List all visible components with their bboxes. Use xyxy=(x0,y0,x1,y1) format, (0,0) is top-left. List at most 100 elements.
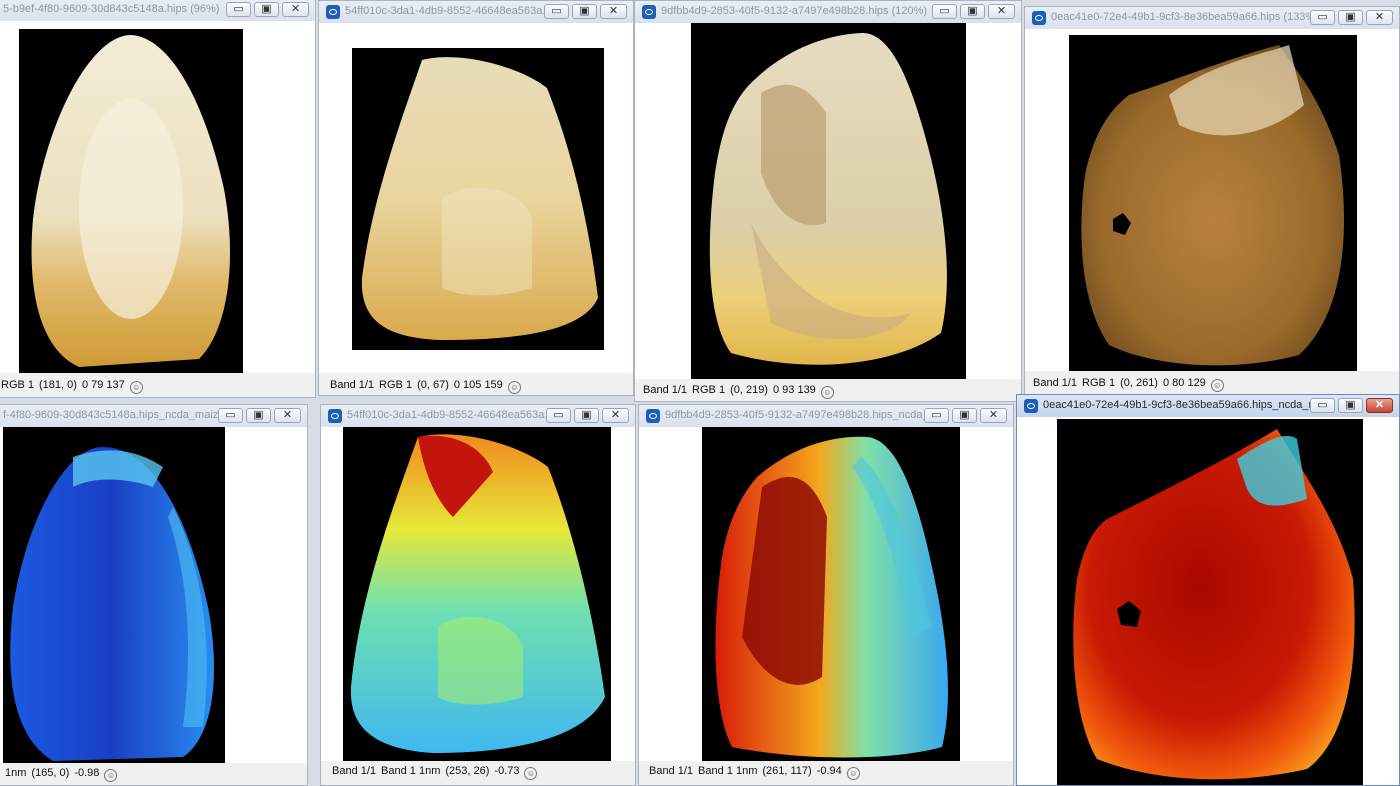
image-window-8[interactable]: 0eac41e0-72e4-49b1-9cf3-8e36bea59a66.hip… xyxy=(1016,394,1400,786)
smiley-icon: ☺ xyxy=(507,381,521,394)
eye-icon xyxy=(1024,399,1038,413)
image-canvas[interactable] xyxy=(319,23,633,373)
image-canvas[interactable] xyxy=(321,427,635,761)
window-title: 0eac41e0-72e4-49b1-9cf3-8e36bea59a66.hip… xyxy=(1051,11,1327,23)
close-button[interactable]: ✕ xyxy=(980,408,1007,423)
eye-icon xyxy=(328,409,342,423)
eye-icon xyxy=(646,409,660,423)
image-window-5[interactable]: f-4f80-9609-30d843c5148a.hips_ncda_maize… xyxy=(0,404,308,786)
smiley-icon: ☺ xyxy=(846,767,860,780)
image-canvas[interactable] xyxy=(639,427,1013,761)
minimize-button[interactable]: ▭ xyxy=(924,408,949,423)
restore-button[interactable]: ▣ xyxy=(1338,10,1363,25)
window-titlebar[interactable]: f-4f80-9609-30d843c5148a.hips_ncda_maize… xyxy=(0,405,307,427)
minimize-button[interactable]: ▭ xyxy=(932,4,957,19)
close-button[interactable]: ✕ xyxy=(282,2,309,17)
eye-icon xyxy=(326,5,340,19)
status-value: 0 80 129 xyxy=(1162,377,1206,389)
status-band: Band 1/1 xyxy=(330,379,375,391)
ncda-heatmap-image[interactable] xyxy=(3,427,225,763)
status-band: Band 1/1 xyxy=(332,765,377,777)
close-button[interactable]: ✕ xyxy=(988,4,1015,19)
restore-button[interactable]: ▣ xyxy=(960,4,985,19)
restore-button[interactable]: ▣ xyxy=(246,408,271,423)
image-window-3[interactable]: 9dfbb4d9-2853-40f5-9132-a7497e498b28.hip… xyxy=(634,0,1022,402)
smiley-icon: ☺ xyxy=(104,769,118,782)
status-coords: (0, 67) xyxy=(417,379,449,391)
image-canvas[interactable] xyxy=(0,427,307,763)
window-titlebar[interactable]: 5-b9ef-4f80-9609-30d843c5148a.hips (96%)… xyxy=(0,0,315,21)
minimize-button[interactable]: ▭ xyxy=(1310,398,1335,413)
window-titlebar[interactable]: 54ff010c-3da1-4db9-8552-46648ea563a... ▭… xyxy=(321,405,635,427)
status-coords: (165, 0) xyxy=(31,767,70,779)
close-button[interactable]: ✕ xyxy=(1366,398,1393,413)
ncda-heatmap-image[interactable] xyxy=(1057,419,1363,785)
status-bar: Band 1/1 Band 1 1nm (261, 117) -0.94 ☺ xyxy=(649,763,1013,780)
status-coords: (0, 261) xyxy=(1120,377,1158,389)
restore-button[interactable]: ▣ xyxy=(572,4,597,19)
ncda-heatmap-image[interactable] xyxy=(702,427,960,761)
maize-kernel-rgb-image[interactable] xyxy=(1069,35,1357,371)
image-canvas[interactable] xyxy=(635,23,1021,379)
image-window-7[interactable]: 9dfbb4d9-2853-40f5-9132-a7497e498b28.hip… xyxy=(638,404,1014,786)
status-value: 0 105 159 xyxy=(453,379,503,391)
status-value: 0 79 137 xyxy=(81,379,125,391)
status-value: -0.98 xyxy=(74,767,100,779)
status-bar: Band 1/1 RGB 1 (0, 261) 0 80 129 ☺ xyxy=(1033,375,1399,392)
maize-kernel-rgb-image[interactable] xyxy=(352,48,604,350)
status-coords: (181, 0) xyxy=(39,379,77,391)
minimize-button[interactable]: ▭ xyxy=(226,2,251,17)
restore-button[interactable]: ▣ xyxy=(1338,398,1363,413)
eye-icon xyxy=(1032,11,1046,25)
image-canvas[interactable] xyxy=(1025,29,1399,371)
status-coords: (0, 219) xyxy=(730,384,768,396)
minimize-button[interactable]: ▭ xyxy=(1310,10,1335,25)
ncda-heatmap-image[interactable] xyxy=(343,427,611,761)
status-channel: RGB 1 xyxy=(692,384,726,396)
status-band: Band 1/1 xyxy=(649,765,694,777)
status-band: Band 1/1 xyxy=(643,384,688,396)
smiley-icon: ☺ xyxy=(524,767,538,780)
status-bar: Band 1/1 Band 1 1nm (253, 26) -0.73 ☺ xyxy=(332,763,635,780)
status-coords: (253, 26) xyxy=(445,765,490,777)
status-bar: Band 1/1 RGB 1 (0, 219) 0 93 139 ☺ xyxy=(643,382,1021,399)
image-window-4[interactable]: 0eac41e0-72e4-49b1-9cf3-8e36bea59a66.hip… xyxy=(1024,6,1400,396)
restore-button[interactable]: ▣ xyxy=(574,408,599,423)
restore-button[interactable]: ▣ xyxy=(254,2,279,17)
minimize-button[interactable]: ▭ xyxy=(218,408,243,423)
image-canvas[interactable] xyxy=(0,21,315,373)
image-window-1[interactable]: 5-b9ef-4f80-9609-30d843c5148a.hips (96%)… xyxy=(0,0,316,398)
maize-kernel-rgb-image[interactable] xyxy=(19,29,243,373)
status-bar: 1nm (165, 0) -0.98 ☺ xyxy=(5,765,307,782)
restore-button[interactable]: ▣ xyxy=(952,408,977,423)
window-titlebar[interactable]: 9dfbb4d9-2853-40f5-9132-a7497e498b28.hip… xyxy=(639,405,1013,427)
window-titlebar[interactable]: 0eac41e0-72e4-49b1-9cf3-8e36bea59a66.hip… xyxy=(1025,7,1399,29)
window-titlebar[interactable]: 54ff010c-3da1-4db9-8552-46648ea563a... ▭… xyxy=(319,1,633,23)
status-band: RGB 1 xyxy=(1,379,35,391)
smiley-icon: ☺ xyxy=(129,381,143,394)
smiley-icon: ☺ xyxy=(1210,379,1224,392)
status-bar: RGB 1 (181, 0) 0 79 137 ☺ xyxy=(1,377,315,394)
image-window-6[interactable]: 54ff010c-3da1-4db9-8552-46648ea563a... ▭… xyxy=(320,404,636,786)
close-button[interactable]: ✕ xyxy=(1366,10,1393,25)
minimize-button[interactable]: ▭ xyxy=(546,408,571,423)
status-value: -0.73 xyxy=(494,765,520,777)
close-button[interactable]: ✕ xyxy=(600,4,627,19)
eye-icon xyxy=(642,5,656,19)
window-title: 5-b9ef-4f80-9609-30d843c5148a.hips (96%) xyxy=(3,3,220,15)
status-value: -0.94 xyxy=(816,765,842,777)
maize-kernel-rgb-image[interactable] xyxy=(691,23,966,379)
status-channel: RGB 1 xyxy=(1082,377,1116,389)
status-bar: Band 1/1 RGB 1 (0, 67) 0 105 159 ☺ xyxy=(330,377,633,394)
status-channel: RGB 1 xyxy=(379,379,413,391)
status-channel: Band 1 1nm xyxy=(698,765,758,777)
close-button[interactable]: ✕ xyxy=(602,408,629,423)
minimize-button[interactable]: ▭ xyxy=(544,4,569,19)
image-window-2[interactable]: 54ff010c-3da1-4db9-8552-46648ea563a... ▭… xyxy=(318,0,634,396)
window-titlebar[interactable]: 0eac41e0-72e4-49b1-9cf3-8e36bea59a66.hip… xyxy=(1017,395,1399,417)
window-titlebar[interactable]: 9dfbb4d9-2853-40f5-9132-a7497e498b28.hip… xyxy=(635,1,1021,23)
window-title: 0eac41e0-72e4-49b1-9cf3-8e36bea59a66.hip… xyxy=(1043,399,1336,411)
status-band: Band 1/1 xyxy=(1033,377,1078,389)
image-canvas[interactable] xyxy=(1017,417,1399,785)
close-button[interactable]: ✕ xyxy=(274,408,301,423)
